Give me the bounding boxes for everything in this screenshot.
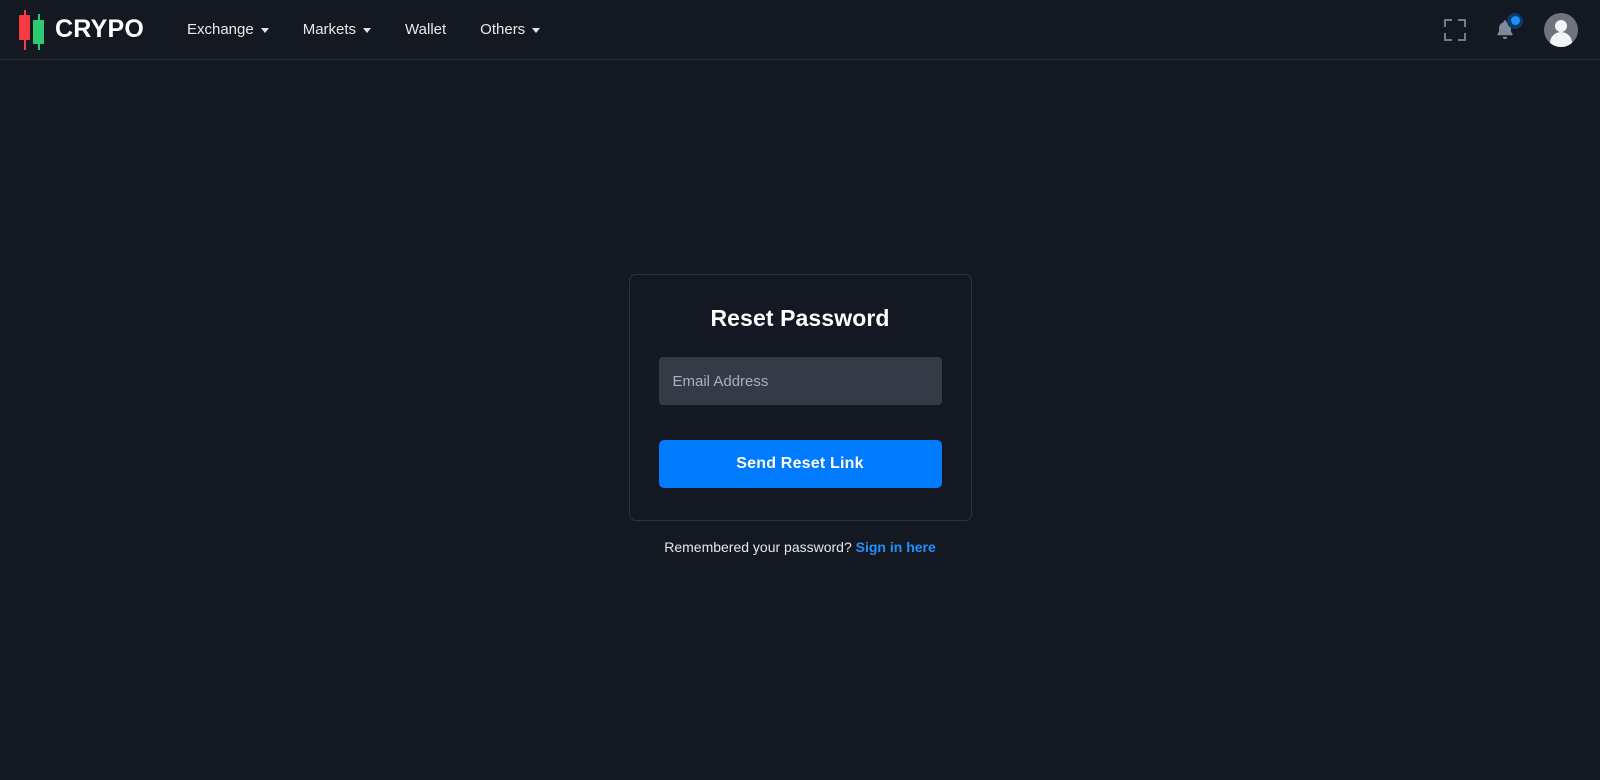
send-reset-link-button[interactable]: Send Reset Link <box>658 440 942 488</box>
user-avatar-icon[interactable] <box>1544 12 1578 47</box>
page-title: Reset Password <box>710 305 890 331</box>
notification-badge <box>1507 12 1523 29</box>
notification-badge-dot <box>1510 16 1520 25</box>
reset-password-card: Reset Password Send Reset Link <box>628 274 972 521</box>
red-candle-icon <box>19 9 30 50</box>
nav-label-exchange: Exchange <box>186 21 254 38</box>
nav-label-wallet: Wallet <box>405 21 447 38</box>
nav-item-exchange[interactable]: Exchange <box>170 13 286 46</box>
nav-item-wallet[interactable]: Wallet <box>388 13 463 46</box>
chevron-down-icon <box>363 28 372 33</box>
primary-navigation: Exchange Markets Wallet Others <box>170 13 557 46</box>
top-navbar: CRYPO Exchange Markets Wallet Others <box>0 0 1600 60</box>
signin-prompt-text: Remembered your password? <box>664 539 852 555</box>
signin-prompt: Remembered your password? Sign in here <box>629 539 972 555</box>
nav-item-markets[interactable]: Markets <box>286 13 388 46</box>
nav-label-others: Others <box>480 21 526 38</box>
green-candle-icon <box>33 13 44 50</box>
nav-item-others[interactable]: Others <box>463 13 557 46</box>
notifications-button[interactable] <box>1492 12 1523 43</box>
chevron-down-icon <box>260 28 269 33</box>
avatar-body <box>1550 31 1572 47</box>
fullscreen-icon[interactable] <box>1444 18 1466 41</box>
candlestick-logo-icon <box>18 9 46 50</box>
avatar-head <box>1555 19 1567 32</box>
sign-in-link[interactable]: Sign in here <box>856 539 936 555</box>
reset-password-container: Reset Password Send Reset Link Remembere… <box>628 274 972 780</box>
email-field[interactable] <box>658 357 942 405</box>
navbar-actions <box>1444 12 1578 47</box>
chevron-down-icon <box>532 28 541 33</box>
brand-name: CRYPO <box>55 15 144 43</box>
main-content: Reset Password Send Reset Link Remembere… <box>0 60 1600 780</box>
brand-logo-link[interactable]: CRYPO <box>18 9 144 50</box>
nav-label-markets: Markets <box>302 21 357 38</box>
